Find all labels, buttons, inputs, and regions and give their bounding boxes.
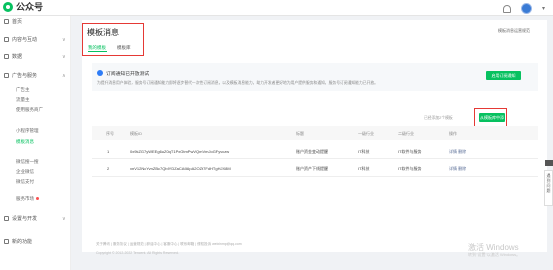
add-from-library-button[interactable]: 从模板库中添加	[479, 113, 505, 129]
sidebar-item-label: 内容与互动	[12, 37, 38, 43]
column-header-title: 标题	[296, 131, 304, 136]
column-header-index: 序号	[106, 131, 114, 136]
table-row-industry2: IT软件与服务	[398, 149, 422, 154]
content-icon	[4, 37, 9, 42]
page-title: 模板消息	[87, 28, 119, 37]
sidebar-item-label: 设置与开发	[12, 216, 38, 222]
sidebar-item-new-features[interactable]: 新的功能	[4, 238, 32, 245]
bell-icon[interactable]	[502, 4, 511, 13]
notice-description: 为提升消息用户体验，服务号订阅通知能力即将逐步替代一次性订阅消息，以及模板消息能…	[97, 81, 378, 85]
chevron-down-icon[interactable]: ▾	[542, 5, 545, 12]
sidebar-subitem-pay[interactable]: 微信支付	[16, 179, 34, 185]
footer-copyright: Copyright © 2012-2022 Tencent. All Right…	[96, 251, 179, 255]
column-header-industry1: 一级行业	[358, 131, 374, 136]
table-row-index: 1	[107, 149, 110, 154]
sidebar-item-settings[interactable]: 设置与开发 ∨	[4, 215, 66, 222]
table-row-actions[interactable]: 详情 删除	[449, 149, 466, 155]
plus-icon	[4, 239, 9, 244]
sidebar-subitem-publisher[interactable]: 流量主	[16, 97, 30, 103]
tab-template-library[interactable]: 模板库	[117, 45, 131, 51]
template-quota-text: 已经添加2个模板	[424, 116, 453, 120]
sidebar-item-label: 数据	[12, 54, 23, 60]
table-row-template-id: 0x9kZG7yWEEg6uZ0qT1PxGtmPwVQmVmJoGFyvczw	[130, 149, 230, 154]
sidebar-item-data[interactable]: 数据 ∨	[4, 53, 66, 60]
sidebar-subitem-template-message[interactable]: 模板消息	[16, 139, 34, 145]
top-bar: 公众号 ▾	[0, 0, 553, 16]
chevron-down-icon: ∨	[62, 53, 66, 60]
row-divider	[92, 158, 538, 159]
chevron-down-icon: ∨	[62, 36, 66, 43]
app-logo[interactable]: 公众号	[3, 2, 43, 12]
row-divider	[92, 176, 538, 177]
windows-watermark-subtitle: 转到"设置"以激活 Windows。	[468, 252, 521, 257]
table-row-industry1: IT科技	[358, 166, 370, 171]
operation-rules-link[interactable]: 模板消息运营规范	[498, 28, 530, 34]
help-float-button[interactable]: 遇到问题	[544, 170, 553, 206]
chevron-down-icon: ∨	[62, 215, 66, 222]
avatar[interactable]	[520, 3, 532, 14]
side-toolbar-handle[interactable]	[545, 160, 553, 166]
sidebar-subitem-search[interactable]: 微信搜一搜	[16, 159, 39, 165]
sidebar-item-label: 服务市场	[16, 196, 34, 201]
sidebar-item-label: 首页	[12, 19, 23, 25]
enable-subscription-button[interactable]: 启用订阅通知	[486, 71, 521, 80]
table-row-industry1: IT科技	[358, 149, 370, 154]
notice-title: 订阅通知已开放测试	[106, 72, 150, 77]
sidebar-item-content[interactable]: 内容与互动 ∨	[4, 36, 66, 43]
sidebar-subitem-miniprogram[interactable]: 小程序管理	[16, 128, 39, 134]
sidebar-subitem-wecom[interactable]: 企业微信	[16, 169, 34, 175]
table-row-title: 账户资金变动提醒	[296, 149, 328, 154]
table-row-template-id: xnV12NcYvnZBc7QbIYDZaCAfAIpA2OZt7FdHTgHJ…	[130, 166, 231, 171]
table-row-index: 2	[107, 166, 110, 171]
table-row-actions[interactable]: 详情 删除	[449, 166, 466, 172]
wechat-logo-icon	[3, 2, 13, 12]
table-header	[92, 126, 538, 140]
column-header-industry2: 二级行业	[398, 131, 414, 136]
notification-dot	[36, 197, 39, 201]
column-header-actions: 操作	[449, 131, 457, 136]
info-icon	[97, 70, 103, 76]
sidebar-item-label: 广告与服务	[12, 73, 38, 79]
sidebar-subitem-advertiser[interactable]: 广告主	[16, 87, 30, 93]
column-header-id: 模板ID	[130, 131, 142, 136]
tab-underline	[88, 51, 107, 52]
sidebar-item-ads[interactable]: 广告与服务 ∧	[4, 72, 66, 79]
ads-icon	[4, 73, 9, 78]
footer-links[interactable]: 关于腾讯 | 服务协议 | 运营规范 | 辟谣中心 | 客服中心 | 联系邮箱 …	[96, 242, 242, 247]
table-row-title: 账户资产下线提醒	[296, 166, 328, 171]
notice-panel	[92, 63, 538, 91]
gear-icon	[4, 216, 9, 221]
sidebar-item-label: 新的功能	[12, 239, 33, 245]
sidebar-subitem-provider-ads[interactable]: 使用服务商广	[16, 107, 43, 113]
top-right-actions: ▾	[502, 3, 545, 14]
data-icon	[4, 54, 9, 59]
chevron-up-icon: ∧	[62, 72, 66, 79]
table-row-industry2: IT软件与服务	[398, 166, 422, 171]
app-name: 公众号	[16, 2, 44, 12]
sidebar-subitem-market[interactable]: 服务市场	[16, 196, 39, 202]
home-icon	[4, 19, 9, 24]
sidebar-item-home[interactable]: 首页	[4, 18, 22, 25]
